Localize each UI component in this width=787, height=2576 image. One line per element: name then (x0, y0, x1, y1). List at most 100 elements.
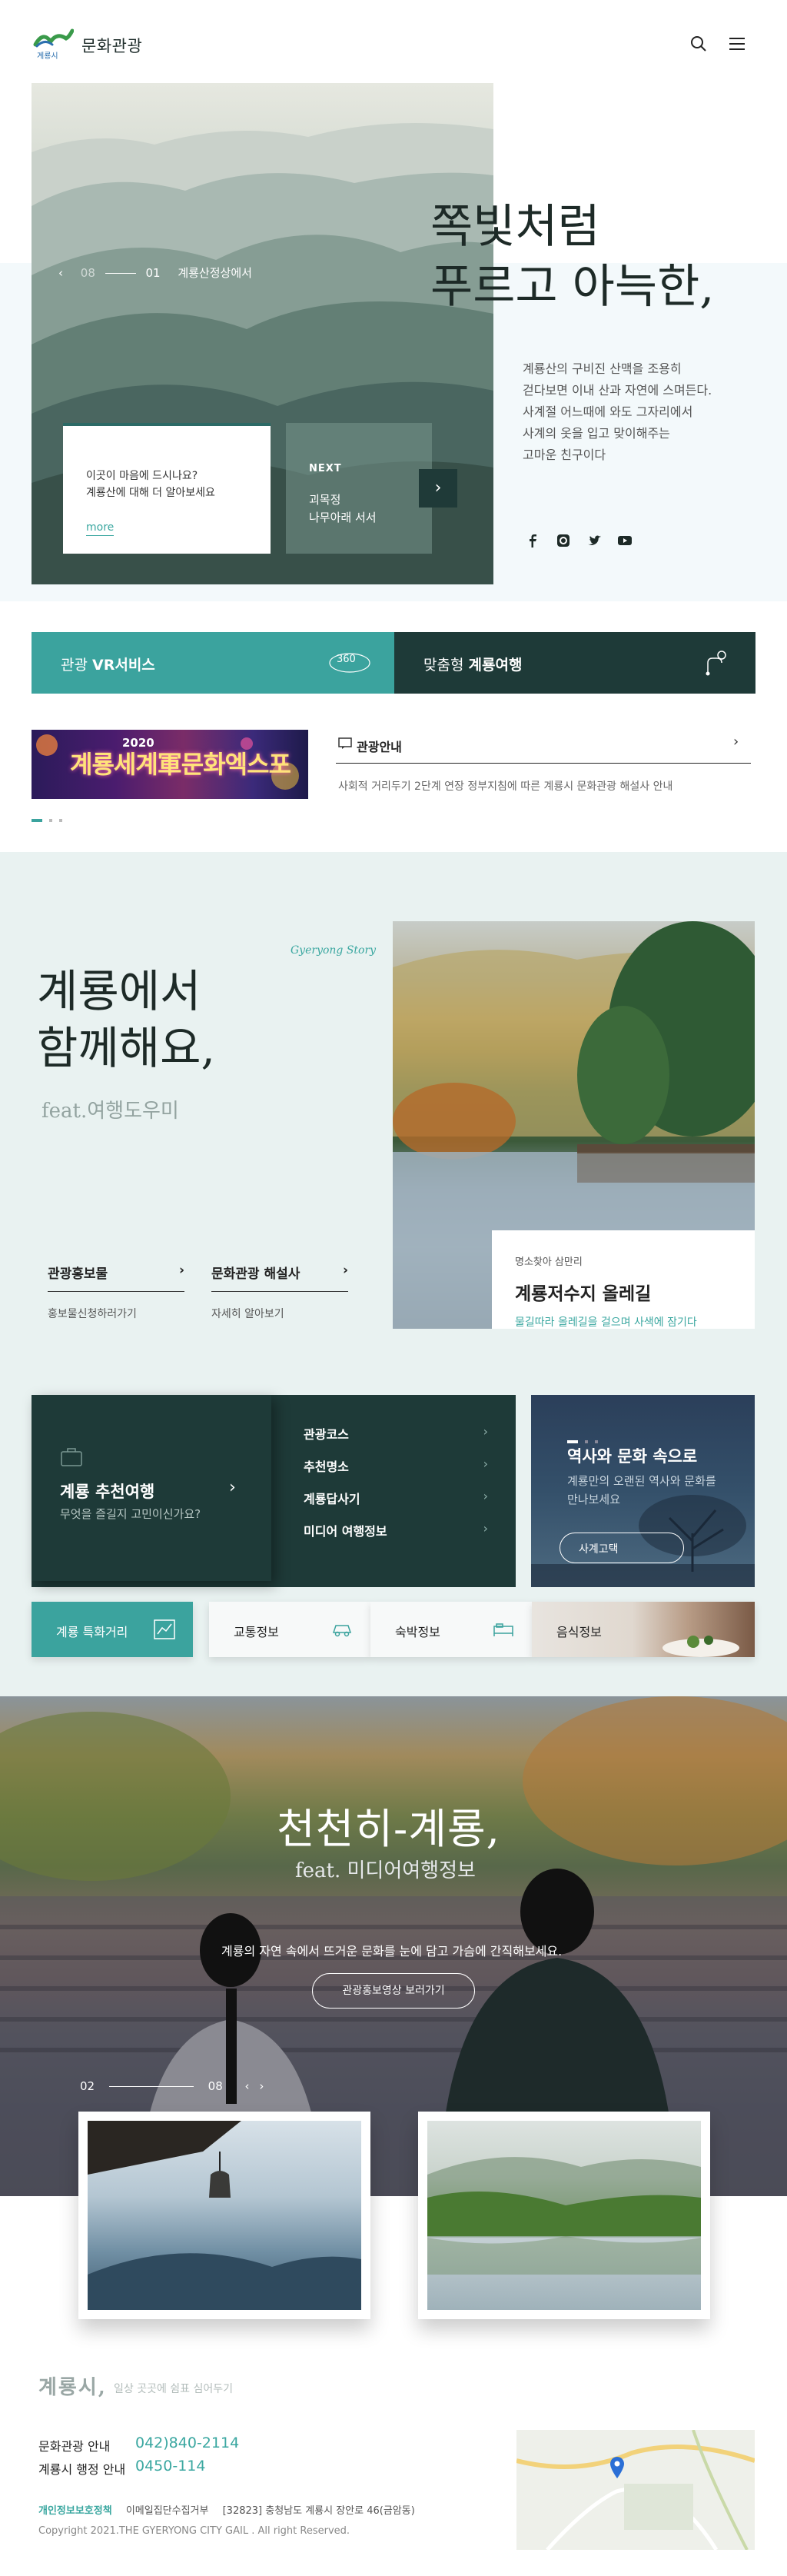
media-thumb-bell[interactable] (78, 2112, 370, 2319)
more-link[interactable]: more (86, 521, 115, 536)
tile-lodging[interactable]: 숙박정보 (370, 1602, 532, 1657)
media-slide-nav: 02 08 ‹ › (80, 2079, 264, 2093)
admin-info-label: 계룡시 행정 안내 (38, 2462, 126, 2477)
slide-progress-line (108, 2086, 194, 2087)
notice-text[interactable]: 사회적 거리두기 2단계 연장 정부지침에 따른 계룡시 문화관광 해설사 안내 (338, 778, 672, 794)
pager-dot[interactable] (585, 1440, 589, 1443)
prev-arrow-icon[interactable]: ‹ (245, 2079, 250, 2093)
chevron-right-icon: › (483, 1489, 488, 1503)
desc-line: 고마운 친구이다 (523, 448, 606, 462)
hero-title: 쪽빛처럼 푸르고 아늑한, (430, 197, 714, 317)
card-accent-line (63, 423, 271, 426)
notice-board-icon (338, 737, 352, 749)
menu-media-info[interactable]: 미디어 여행정보 › (304, 1521, 488, 1539)
chevron-right-icon[interactable]: › (733, 734, 739, 750)
map-pin-icon[interactable] (609, 2456, 626, 2479)
travel-prefix: 맞춤형 (423, 657, 464, 674)
notice-divider (336, 763, 751, 764)
email-policy-link[interactable]: 이메일집단수집거부 (126, 2505, 209, 2517)
menu-icon[interactable] (727, 34, 747, 54)
twitter-icon[interactable] (586, 532, 603, 549)
hero-next-card[interactable]: NEXT 괴목정 나무아래 서서 (286, 423, 432, 554)
footer-brand-sub: 일상 곳곳에 쉼표 심어두기 (114, 2383, 234, 2395)
menu-label: 관광코스 (304, 1427, 349, 1442)
chart-board-icon (154, 1619, 175, 1639)
history-button[interactable]: 사계고택 (560, 1533, 684, 1563)
facebook-icon[interactable] (524, 532, 541, 549)
story-title-line-2: 함께해요, (37, 1022, 215, 1074)
instagram-icon[interactable] (555, 532, 572, 549)
site-header: 계룡시 문화관광 (0, 0, 787, 85)
vr-strong: VR서비스 (92, 657, 155, 674)
suitcase-icon (61, 1448, 82, 1466)
custom-travel-banner[interactable]: 맞춤형 계룡여행 (394, 632, 755, 694)
travel-label: 맞춤형 계룡여행 (423, 654, 522, 674)
history-desc: 계룡만의 오랜된 역사와 문화를 만나보세요 (567, 1474, 716, 1506)
next-label: NEXT (309, 463, 342, 474)
vr-prefix: 관광 (61, 657, 88, 674)
card-small: 명소찾아 삼만리 (515, 1256, 583, 1268)
tile-special-street[interactable]: 계룡 특화거리 (32, 1602, 193, 1657)
promo-material-label: 관광홍보물 (48, 1266, 108, 1282)
history-button-label: 사계고택 (579, 1543, 619, 1556)
location-map[interactable] (516, 2430, 755, 2550)
card-text-2: 계룡산에 대해 더 알아보세요 (86, 487, 215, 499)
guide-label: 문화관광 해설사 (211, 1266, 301, 1282)
slide-progress-line (105, 273, 136, 274)
menu-recommended-spots[interactable]: 추천명소 › (304, 1456, 488, 1475)
menu-tour-course[interactable]: 관광코스 › (304, 1424, 488, 1443)
slide-index: 02 (80, 2079, 95, 2093)
menu-field-trip[interactable]: 계룡답사기 › (304, 1489, 488, 1507)
vr-label: 관광 VR서비스 (61, 654, 155, 674)
media-thumb-lake[interactable] (418, 2112, 710, 2319)
admin-info-phone[interactable]: 0450-114 (135, 2458, 205, 2474)
pager-active[interactable] (32, 819, 42, 822)
next-arrow-button[interactable]: › (419, 469, 457, 508)
pager-dot[interactable] (49, 819, 53, 822)
tile-transport[interactable]: 교통정보 (209, 1602, 370, 1657)
notice-title[interactable]: 관광안내 (357, 737, 402, 755)
youtube-icon[interactable] (616, 532, 633, 549)
pager-dot[interactable] (595, 1440, 599, 1443)
slide-title: 계룡산정상에서 (178, 266, 252, 280)
hero-title-line-2: 푸르고 아늑한, (430, 260, 715, 314)
car-icon (332, 1625, 352, 1637)
vr-service-banner[interactable]: 관광 VR서비스 360 (32, 632, 394, 694)
story-tag: Gyeryong Story (291, 944, 377, 957)
chevron-right-icon[interactable]: › (229, 1478, 236, 1497)
tour-info-phone[interactable]: 042)840-2114 (135, 2435, 239, 2451)
pager-active[interactable] (567, 1440, 578, 1443)
tile-label: 교통정보 (234, 1625, 279, 1639)
bell-photo (88, 2121, 361, 2310)
footer-brand: 계룡시, (38, 2376, 107, 2399)
site-title[interactable]: 문화관광 (81, 34, 142, 57)
promo-video-button[interactable]: 관광홍보영상 보러가기 (312, 1973, 475, 2009)
guide-link[interactable]: 문화관광 해설사 › (211, 1263, 348, 1292)
card-desc: 물길따라 올레길을 걸으며 사색에 잠기다 (515, 1316, 697, 1329)
tile-food[interactable]: 음식정보 (532, 1602, 755, 1657)
desc-line: 걷다보면 이내 산과 자연에 스며든다. (523, 383, 712, 398)
card-title: 계룡저수지 올레길 (515, 1284, 652, 1304)
festival-title: 계룡세계軍문화엑스포 (70, 750, 291, 779)
reservoir-card[interactable]: 명소찾아 삼만리 계룡저수지 올레길 물길따라 올레길을 걸으며 사색에 잠기다 (492, 1230, 755, 1329)
search-icon[interactable] (689, 34, 709, 54)
prev-arrow-icon[interactable]: ‹ (58, 266, 63, 280)
story-title: 계룡에서 함께해요, (37, 963, 215, 1077)
lake-photo (427, 2121, 701, 2310)
menu-label: 계룡답사기 (304, 1492, 360, 1506)
media-title: 천천히-계룡, (277, 1805, 500, 1853)
slide-total: 08 (80, 266, 95, 280)
lake-forest-scene (427, 2157, 701, 2275)
privacy-policy-link[interactable]: 개인정보보호정책 (38, 2505, 112, 2517)
hero-slide-nav: ‹ 08 01 계룡산정상에서 (58, 265, 252, 281)
promo-material-link[interactable]: 관광홍보물 › (48, 1263, 184, 1292)
promo-material-sub[interactable]: 홍보물신청하러가기 (48, 1306, 137, 1321)
chevron-right-icon: › (483, 1456, 488, 1471)
next-arrow-icon[interactable]: › (259, 2079, 264, 2093)
banner-pager (32, 810, 63, 825)
pager-dot[interactable] (59, 819, 63, 822)
menu-label: 추천명소 (304, 1459, 349, 1474)
festival-banner[interactable]: 2020 계룡세계軍문화엑스포 (32, 730, 308, 799)
story-feat: feat.여행도우미 (42, 1100, 179, 1123)
guide-sub[interactable]: 자세히 알아보기 (211, 1306, 284, 1321)
